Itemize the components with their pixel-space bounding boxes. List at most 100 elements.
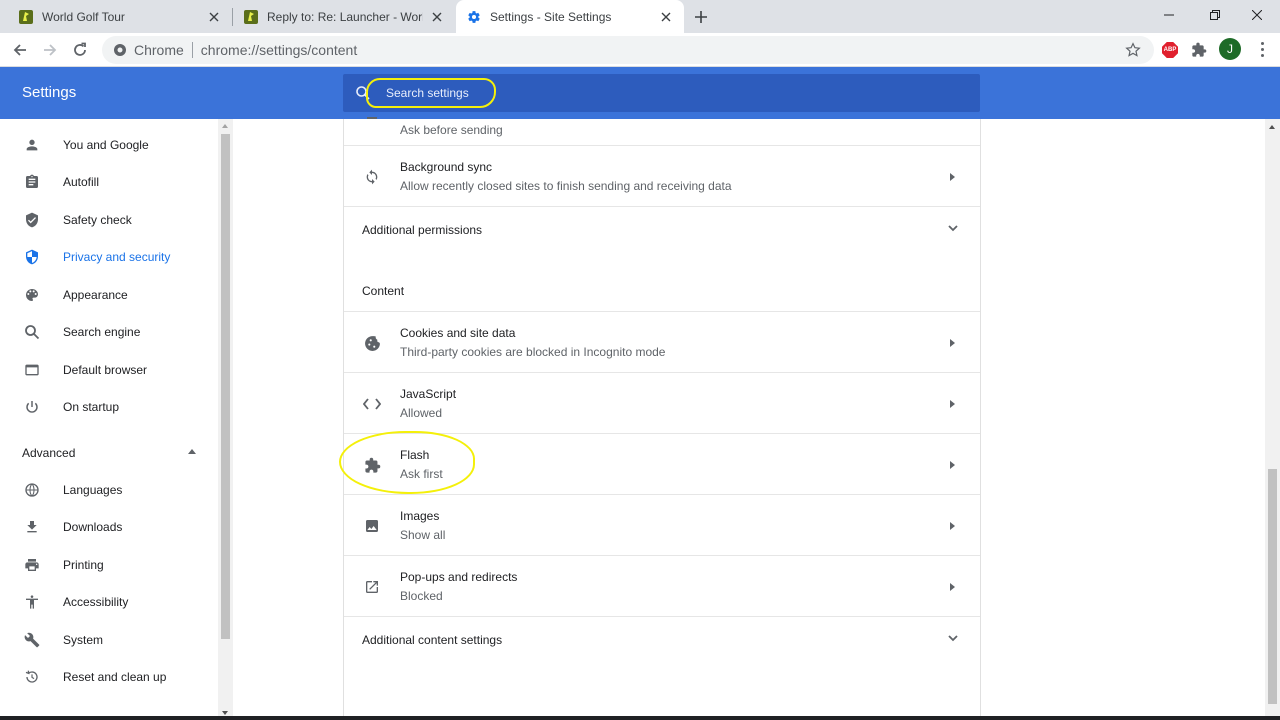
browser-menu-button[interactable] (1254, 40, 1270, 58)
row-subtitle: Show all (400, 528, 446, 542)
tab-world-golf-tour[interactable]: World Golf Tour (0, 0, 232, 33)
code-icon (362, 394, 382, 414)
back-button[interactable] (8, 38, 32, 62)
close-icon[interactable] (658, 9, 674, 25)
content-section-heading: Content (362, 284, 405, 298)
sidebar-item-safety-check[interactable]: Safety check (0, 202, 218, 238)
sidebar-item-accessibility[interactable]: Accessibility (0, 584, 218, 620)
sidebar-item-system[interactable]: System (0, 622, 218, 658)
profile-avatar[interactable]: J (1219, 38, 1241, 60)
sidebar-item-appearance[interactable]: Appearance (0, 277, 218, 313)
sidebar-item-privacy-and-security[interactable]: Privacy and security (0, 239, 218, 275)
popups-row[interactable]: Pop-ups and redirects Blocked (344, 555, 980, 616)
power-icon (22, 397, 42, 417)
tab-reply-launcher[interactable]: Reply to: Re: Launcher - World Golf Tour (233, 0, 455, 33)
row-title: JavaScript (400, 387, 457, 401)
sidebar-item-on-startup[interactable]: On startup (0, 389, 218, 425)
browser-icon (22, 360, 42, 380)
row-subtitle: Blocked (400, 589, 443, 603)
row-subtitle: Allow recently closed sites to finish se… (400, 179, 732, 193)
scroll-up-arrow-icon[interactable] (222, 124, 228, 128)
close-window-button[interactable] (1234, 0, 1280, 30)
url-text[interactable]: chrome://settings/content (201, 42, 357, 58)
divider (191, 42, 193, 58)
forward-button[interactable] (38, 38, 62, 62)
tab-settings[interactable]: Settings - Site Settings (456, 0, 684, 33)
additional-permissions-row[interactable]: Additional permissions (344, 206, 980, 251)
sidebar-item-autofill[interactable]: Autofill (0, 164, 218, 200)
row-subtitle: Ask before sending (400, 123, 503, 137)
address-bar[interactable]: Chrome chrome://settings/content (102, 36, 1154, 64)
reload-icon (74, 42, 86, 56)
sidebar-item-languages[interactable]: Languages (0, 472, 218, 508)
browser-toolbar: Chrome chrome://settings/content ABP (0, 33, 1280, 67)
abp-icon: ABP (1162, 42, 1178, 58)
sensor-icon (362, 108, 382, 128)
sidebar-item-label: Privacy and security (63, 250, 171, 264)
history-icon (22, 667, 42, 687)
sidebar-item-printing[interactable]: Printing (0, 547, 218, 583)
bookmark-star-icon[interactable] (1124, 41, 1142, 59)
palette-icon (22, 285, 42, 305)
sidebar-item-label: System (63, 633, 104, 647)
tab-title: Reply to: Re: Launcher - World Golf Tour (267, 9, 423, 24)
wrench-icon (22, 630, 42, 650)
row-title: Cookies and site data (400, 326, 516, 340)
scrollbar-thumb[interactable] (1268, 469, 1277, 704)
settings-sidebar: You and Google Autofill Safety check Pri… (0, 119, 218, 720)
chevron-right-icon (950, 461, 955, 469)
new-tab-button[interactable] (690, 6, 712, 28)
restore-button[interactable] (1192, 0, 1238, 30)
sidebar-scrollbar[interactable] (218, 119, 233, 720)
javascript-row[interactable]: JavaScript Allowed (344, 372, 980, 433)
page-scrollbar[interactable] (1265, 119, 1280, 720)
caret-up-icon (188, 449, 196, 454)
sidebar-advanced-toggle[interactable]: Advanced (0, 441, 218, 465)
images-row[interactable]: Images Show all (344, 494, 980, 555)
sidebar-item-downloads[interactable]: Downloads (0, 509, 218, 545)
background-sync-row[interactable]: Background sync Allow recently closed si… (344, 145, 980, 206)
chevron-down-icon (948, 225, 958, 232)
site-chip: Chrome (134, 42, 184, 58)
close-icon[interactable] (429, 9, 445, 25)
reload-button[interactable] (68, 38, 92, 62)
highlight-annotation (339, 431, 475, 494)
printer-icon (22, 555, 42, 575)
golf-favicon-icon (243, 9, 259, 25)
scroll-up-arrow-icon[interactable] (1269, 125, 1275, 129)
extensions-button[interactable] (1189, 40, 1209, 60)
scrollbar-thumb[interactable] (221, 134, 230, 639)
adblock-plus-extension[interactable]: ABP (1160, 40, 1180, 60)
sidebar-item-label: Appearance (63, 288, 128, 302)
clipboard-icon (22, 172, 42, 192)
chrome-icon (112, 42, 128, 58)
row-subtitle: Allowed (400, 406, 443, 420)
advanced-label: Advanced (22, 446, 76, 460)
open-in-new-icon (362, 577, 382, 597)
tab-strip: World Golf Tour Reply to: Re: Launcher -… (0, 0, 1280, 33)
sidebar-item-label: You and Google (63, 138, 149, 152)
download-icon (22, 517, 42, 537)
sidebar-item-search-engine[interactable]: Search engine (0, 314, 218, 350)
cookies-row[interactable]: Cookies and site data Third-party cookie… (344, 311, 980, 372)
sidebar-item-reset-and-clean-up[interactable]: Reset and clean up (0, 659, 218, 695)
close-icon[interactable] (206, 9, 222, 25)
sidebar-item-label: Reset and clean up (63, 670, 167, 684)
taskbar-edge (0, 716, 1280, 720)
additional-content-settings-row[interactable]: Additional content settings (344, 616, 980, 661)
sidebar-item-default-browser[interactable]: Default browser (0, 352, 218, 388)
chevron-down-icon (948, 635, 958, 642)
site-settings-card: Ask before sending Background sync Allow… (343, 117, 981, 720)
tab-title: World Golf Tour (42, 9, 125, 24)
sidebar-item-label: Accessibility (63, 595, 129, 609)
sidebar-item-you-and-google[interactable]: You and Google (0, 127, 218, 163)
sidebar-item-label: Autofill (63, 175, 100, 189)
minimize-button[interactable] (1146, 0, 1192, 30)
row-subtitle: Third-party cookies are blocked in Incog… (400, 345, 666, 359)
shield-check-icon (22, 210, 42, 230)
sidebar-item-label: Downloads (63, 520, 123, 534)
gear-icon (466, 9, 482, 25)
cookie-icon (362, 333, 382, 353)
row-title: Pop-ups and redirects (400, 570, 518, 584)
scroll-down-arrow-icon[interactable] (222, 711, 228, 715)
